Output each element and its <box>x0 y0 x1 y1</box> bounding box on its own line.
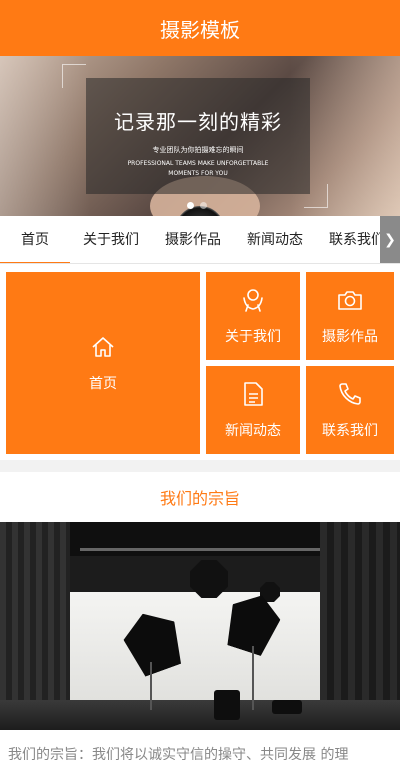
banner-headline: 记录那一刻的精彩 <box>114 110 282 134</box>
phone-icon <box>339 383 361 405</box>
studio-curtain <box>0 522 70 730</box>
softbox-light <box>190 560 228 598</box>
section-title: 我们的宗旨 <box>159 489 240 508</box>
quick-menu-grid: 首页 关于我们 摄影作品 新闻动态 联系我们 <box>0 264 400 460</box>
app-header: 摄影模板 <box>0 0 400 56</box>
home-icon <box>92 337 114 357</box>
grid-tile-home[interactable]: 首页 <box>6 272 200 454</box>
mission-description: 我们的宗旨：我们将以诚实守信的操守、共同发展 的理 <box>0 730 400 760</box>
document-icon <box>244 382 263 406</box>
light-stand <box>150 662 152 710</box>
tab-works[interactable]: 摄影作品 <box>152 216 234 263</box>
section-divider <box>0 460 400 472</box>
camera-icon <box>338 291 362 310</box>
nav-scroll-right-button[interactable]: ❯ <box>380 216 400 263</box>
banner-subline: 专业团队为你拍摄难忘的瞬间 <box>152 146 244 154</box>
grid-tile-label: 新闻动态 <box>225 423 281 439</box>
tab-home[interactable]: 首页 <box>0 216 70 263</box>
studio-photo <box>0 522 400 730</box>
equipment-case <box>214 690 240 720</box>
banner-caption-box: 记录那一刻的精彩 专业团队为你拍摄难忘的瞬间 PROFESSIONAL TEAM… <box>86 78 310 194</box>
banner-english: PROFESSIONAL TEAMS MAKE UNFORGETTABLE MO… <box>127 160 269 177</box>
grid-tile-label: 首页 <box>89 376 117 392</box>
studio-floor <box>0 700 400 730</box>
tab-about[interactable]: 关于我们 <box>70 216 152 263</box>
grid-tile-about[interactable]: 关于我们 <box>206 272 300 360</box>
studio-backdrop <box>70 592 320 700</box>
carousel-indicators <box>187 202 207 209</box>
grid-tile-label: 摄影作品 <box>322 329 378 345</box>
banner-frame-corner <box>62 64 86 88</box>
equipment-case <box>272 700 302 714</box>
grid-tile-news[interactable]: 新闻动态 <box>206 366 300 454</box>
studio-rig <box>80 548 330 551</box>
carousel-dot-2[interactable] <box>200 202 207 209</box>
grid-tile-contact[interactable]: 联系我们 <box>306 366 394 454</box>
grid-tile-label: 关于我们 <box>225 329 281 345</box>
grid-tile-works[interactable]: 摄影作品 <box>306 272 394 360</box>
light-stand <box>252 646 254 710</box>
studio-curtain <box>320 522 400 730</box>
page-title: 摄影模板 <box>160 17 240 42</box>
main-nav: 首页 关于我们 摄影作品 新闻动态 联系我们 ❯ <box>0 216 400 264</box>
chevron-right-icon: ❯ <box>384 232 396 248</box>
section-header: 我们的宗旨 <box>0 472 400 522</box>
people-icon <box>243 289 263 312</box>
tab-news[interactable]: 新闻动态 <box>234 216 316 263</box>
mission-text: 我们的宗旨：我们将以诚实守信的操守、共同发展 的理 <box>8 747 349 760</box>
carousel-dot-1[interactable] <box>187 202 194 209</box>
hero-banner[interactable]: 记录那一刻的精彩 专业团队为你拍摄难忘的瞬间 PROFESSIONAL TEAM… <box>0 56 400 216</box>
grid-tile-label: 联系我们 <box>322 423 378 439</box>
